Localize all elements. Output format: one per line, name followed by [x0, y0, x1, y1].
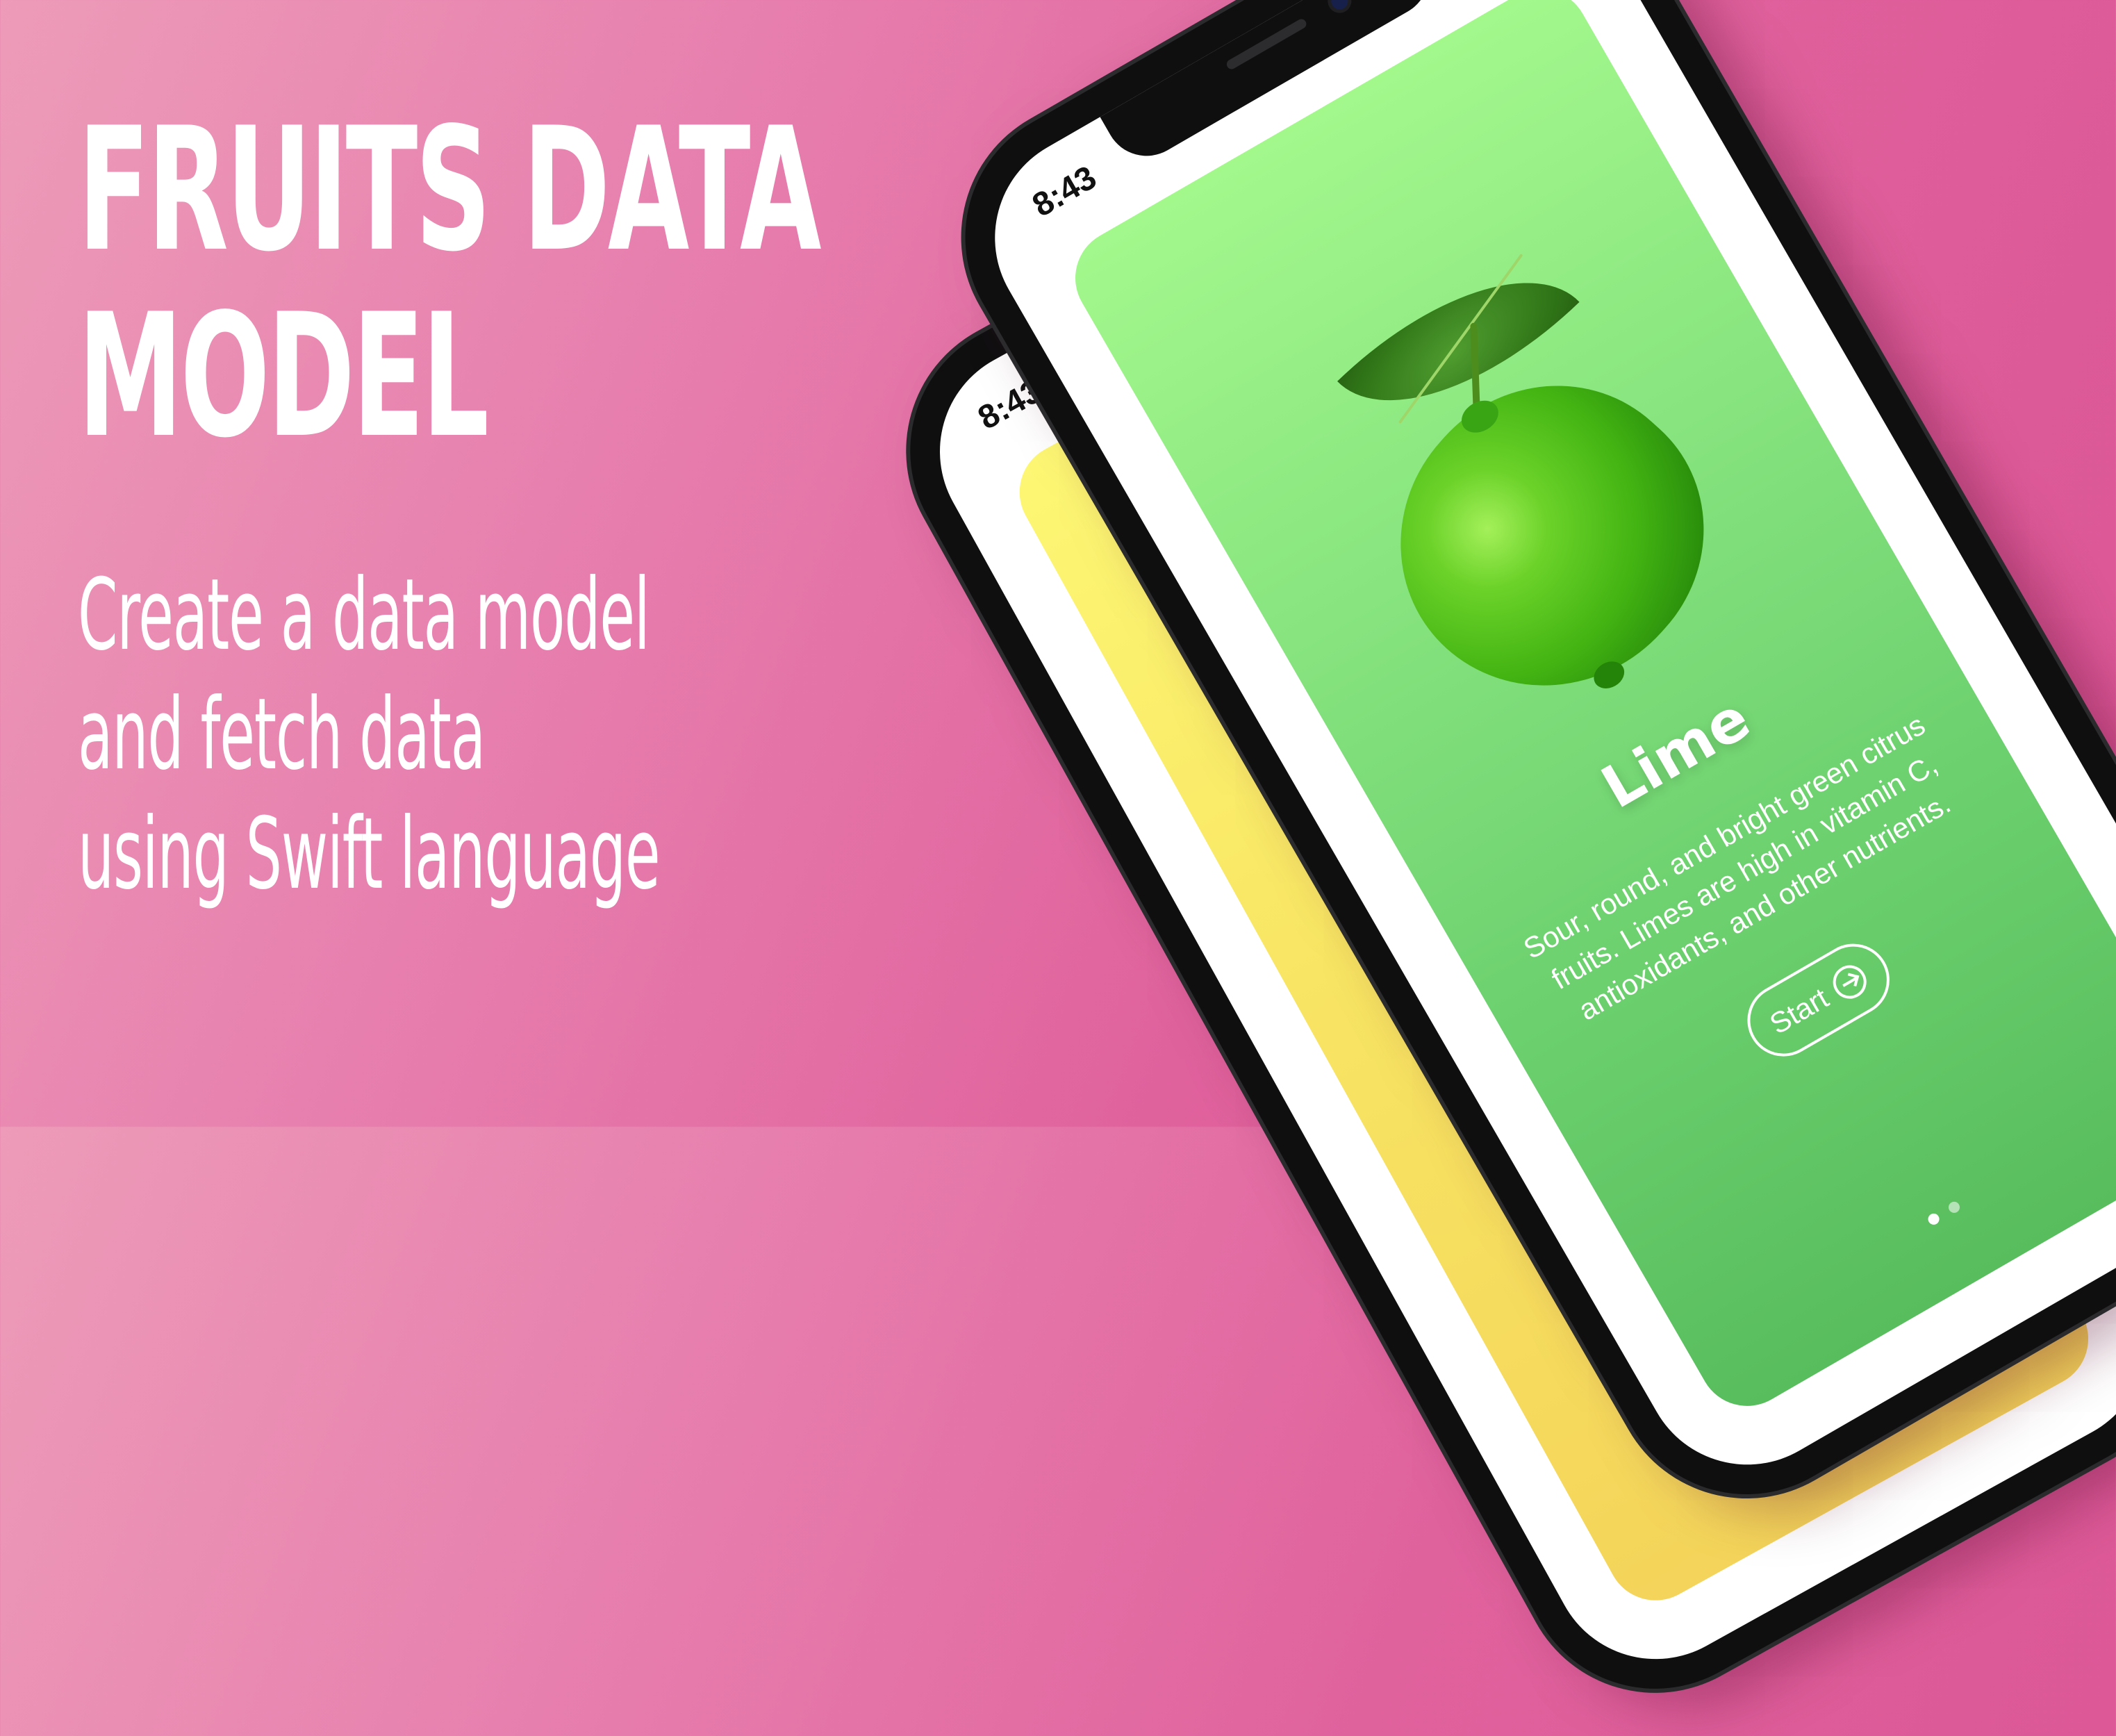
arrow-right-circle-icon	[1827, 959, 1873, 1005]
subtitle: Create a data model and fetch data using…	[78, 556, 661, 914]
start-button-label: Start	[1764, 981, 1834, 1041]
speaker	[1225, 17, 1308, 72]
start-button[interactable]: Start	[1734, 930, 1903, 1070]
status-time: 8:43	[1026, 158, 1103, 224]
subtitle-line-1: Create a data model	[78, 558, 650, 672]
headline-line-1: FRUITS DATA	[78, 91, 822, 289]
page-dot-active[interactable]	[1926, 1211, 1942, 1227]
headline: FRUITS DATA MODEL	[78, 91, 822, 475]
page-indicator[interactable]	[1926, 1199, 1962, 1227]
fruit-image-lime	[1271, 219, 1776, 759]
subtitle-line-3: using Swift language	[78, 797, 661, 911]
page-dot[interactable]	[1946, 1199, 1962, 1215]
headline-line-2: MODEL	[78, 277, 489, 475]
subtitle-line-2: and fetch data	[78, 677, 486, 792]
fruit-description: Sour, round, and bright green citrus fru…	[1518, 708, 1956, 1027]
camera-icon	[1328, 0, 1351, 13]
